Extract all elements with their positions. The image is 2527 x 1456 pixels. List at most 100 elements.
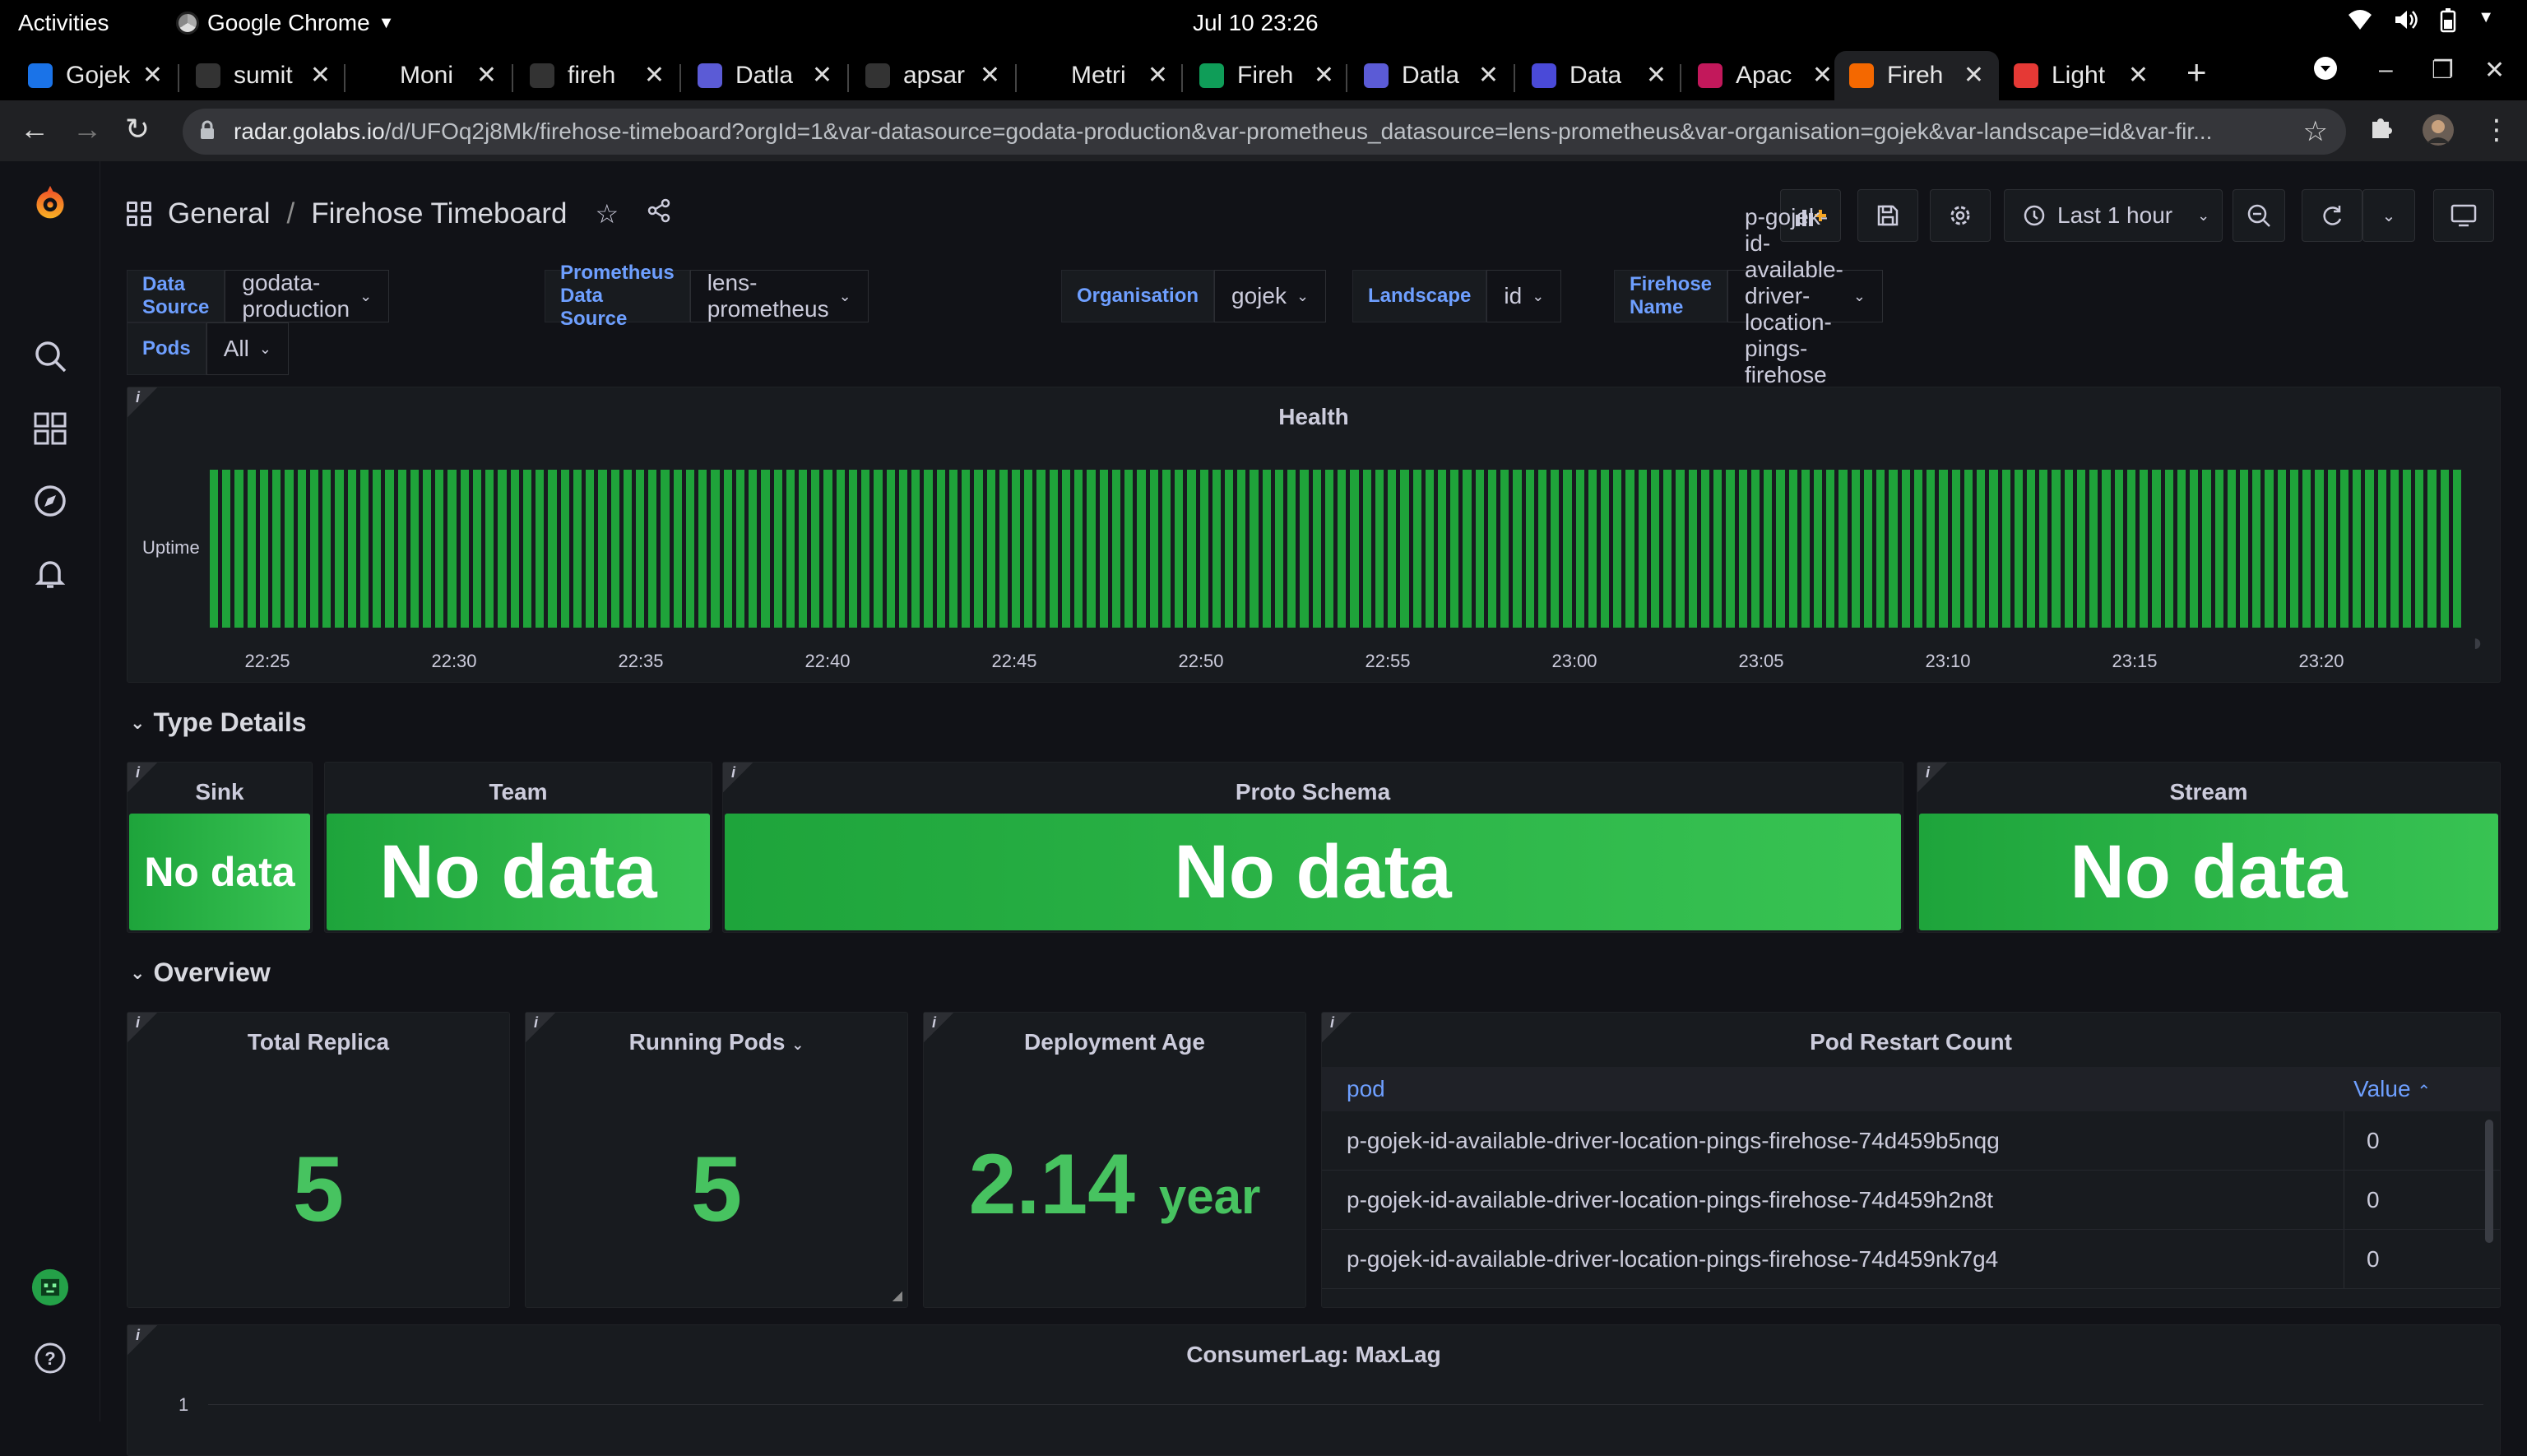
- address-bar[interactable]: radar.golabs.io/d/UFOq2j8Mk/firehose-tim…: [183, 109, 2346, 155]
- app-menu[interactable]: Google Chrome ▼: [176, 10, 394, 36]
- table-scrollbar[interactable]: [2485, 1120, 2493, 1243]
- panel-title[interactable]: Health: [128, 404, 2500, 430]
- new-tab-button[interactable]: +: [2186, 53, 2207, 92]
- tab-close-icon[interactable]: ✕: [812, 61, 832, 90]
- tab-close-icon[interactable]: ✕: [1148, 61, 1168, 90]
- restore-icon[interactable]: ❐: [2432, 56, 2454, 85]
- dashboards-icon[interactable]: [31, 410, 69, 447]
- tab-title: Apac: [1736, 62, 1792, 89]
- tab-close-icon[interactable]: ✕: [1314, 61, 1334, 90]
- bookmark-star-icon[interactable]: ☆: [2303, 115, 2328, 148]
- team-value: No data: [327, 814, 710, 930]
- tab-close-icon[interactable]: ✕: [1478, 61, 1499, 90]
- tab-close-icon[interactable]: ✕: [142, 61, 163, 90]
- row-type-details[interactable]: ⌄ Type Details: [130, 707, 307, 738]
- tv-mode-button[interactable]: [2433, 189, 2494, 242]
- panel-title[interactable]: ConsumerLag: MaxLag: [128, 1342, 2500, 1368]
- variable-dropdown[interactable]: godata-production ⌄: [225, 270, 390, 322]
- grafana-logo-icon[interactable]: [31, 184, 69, 222]
- help-icon[interactable]: ?: [31, 1339, 69, 1377]
- uptime-bar: [1312, 470, 1321, 628]
- uptime-bar: [1362, 470, 1371, 628]
- tab-close-icon[interactable]: ✕: [310, 61, 331, 90]
- column-header-pod[interactable]: pod: [1347, 1076, 1385, 1102]
- variable-dropdown[interactable]: gojek ⌄: [1214, 270, 1327, 322]
- row-title: Type Details: [153, 707, 307, 737]
- system-tray[interactable]: ▼: [2348, 8, 2494, 39]
- tab-favicon-icon: [1033, 63, 1058, 88]
- uptime-bar: [1688, 470, 1697, 628]
- profile-avatar[interactable]: [2422, 114, 2455, 154]
- variable-value: lens-prometheus: [707, 270, 829, 322]
- panel-title[interactable]: Stream: [1917, 779, 2500, 805]
- tab-close-icon[interactable]: ✕: [476, 61, 497, 90]
- user-avatar[interactable]: [31, 1268, 69, 1306]
- tab-close-icon[interactable]: ✕: [1812, 61, 1833, 90]
- variable-dropdown[interactable]: id ⌄: [1486, 270, 1562, 322]
- uptime-bar: [1437, 470, 1447, 628]
- alerting-bell-icon[interactable]: [31, 554, 69, 592]
- uptime-bar: [297, 470, 306, 628]
- panel-title[interactable]: Pod Restart Count: [1322, 1029, 2500, 1055]
- browser-tab[interactable]: fireh ✕: [515, 51, 679, 100]
- save-dashboard-button[interactable]: [1857, 189, 1918, 242]
- browser-tab[interactable]: Moni ✕: [347, 51, 512, 100]
- search-icon[interactable]: [31, 337, 69, 375]
- table-row[interactable]: p-gojek-id-available-driver-location-pin…: [1322, 1111, 2500, 1171]
- column-header-value[interactable]: Value ⌃: [2353, 1076, 2431, 1102]
- tab-separator: [1346, 64, 1347, 92]
- refresh-button[interactable]: [2302, 189, 2362, 242]
- variable-dropdown[interactable]: p-gojek-id-available-driver-location-pin…: [1727, 204, 1883, 387]
- chrome-menu-icon[interactable]: ⋮: [2483, 114, 2511, 146]
- tab-close-icon[interactable]: ✕: [644, 61, 665, 90]
- extensions-icon[interactable]: [2369, 114, 2394, 146]
- variable-dropdown[interactable]: All ⌄: [206, 322, 289, 375]
- browser-tab[interactable]: apsar ✕: [851, 51, 1015, 100]
- zoom-out-button[interactable]: [2233, 189, 2285, 242]
- time-picker-button[interactable]: Last 1 hour ⌄: [2004, 189, 2223, 242]
- uptime-state-timeline[interactable]: [210, 470, 2462, 628]
- reload-icon[interactable]: ↻: [125, 112, 150, 146]
- minimize-icon[interactable]: –: [2379, 56, 2393, 84]
- explore-compass-icon[interactable]: [31, 482, 69, 520]
- browser-tab[interactable]: Gojek ✕: [13, 51, 178, 100]
- uptime-bar: [948, 470, 958, 628]
- row-title: Overview: [153, 958, 271, 987]
- table-row[interactable]: p-gojek-id-available-driver-location-pin…: [1322, 1230, 2500, 1289]
- resize-handle-icon[interactable]: ◢: [893, 1287, 902, 1304]
- dashboard-settings-button[interactable]: [1930, 189, 1991, 242]
- browser-tab[interactable]: Datla ✕: [1349, 51, 1514, 100]
- row-overview[interactable]: ⌄ Overview: [130, 958, 271, 988]
- variable-value: p-gojek-id-available-driver-location-pin…: [1745, 204, 1843, 387]
- tab-close-icon[interactable]: ✕: [1646, 61, 1667, 90]
- forward-icon[interactable]: →: [72, 112, 102, 146]
- close-window-icon[interactable]: ✕: [2484, 56, 2505, 85]
- panel-title[interactable]: Team: [325, 779, 712, 805]
- tab-search-icon[interactable]: [2313, 56, 2338, 87]
- tab-close-icon[interactable]: ✕: [980, 61, 1000, 90]
- variable-dropdown[interactable]: lens-prometheus ⌄: [689, 270, 869, 322]
- tab-favicon-icon: [196, 63, 220, 88]
- browser-tab[interactable]: Data ✕: [1517, 51, 1681, 100]
- panel-title-menu[interactable]: Running Pods ⌄: [526, 1029, 907, 1055]
- tab-close-icon[interactable]: ✕: [1964, 61, 1984, 90]
- table-row[interactable]: p-gojek-id-available-driver-location-pin…: [1322, 1171, 2500, 1230]
- back-icon[interactable]: ←: [20, 112, 49, 146]
- browser-tab[interactable]: Light ✕: [1999, 51, 2163, 100]
- activities-button[interactable]: Activities: [18, 10, 109, 36]
- panel-title[interactable]: Total Replica: [128, 1029, 509, 1055]
- variable-picker: Prometheus Data Source lens-prometheus ⌄: [545, 262, 869, 330]
- panel-title[interactable]: Sink: [128, 779, 312, 805]
- uptime-bar: [735, 470, 745, 628]
- browser-tab[interactable]: Fireh ✕: [1185, 51, 1349, 100]
- browser-tab[interactable]: Datla ✕: [683, 51, 847, 100]
- clock[interactable]: Jul 10 23:26: [1193, 10, 1319, 36]
- browser-tab[interactable]: Metri ✕: [1018, 51, 1183, 100]
- browser-tab[interactable]: sumit ✕: [181, 51, 345, 100]
- refresh-interval-dropdown[interactable]: ⌄: [2362, 189, 2415, 242]
- tab-close-icon[interactable]: ✕: [2128, 61, 2149, 90]
- browser-tab[interactable]: Fireh ✕: [1834, 51, 1999, 100]
- panel-title[interactable]: Proto Schema: [723, 779, 1903, 805]
- browser-tab[interactable]: Apac ✕: [1683, 51, 1848, 100]
- panel-title[interactable]: Deployment Age: [924, 1029, 1305, 1055]
